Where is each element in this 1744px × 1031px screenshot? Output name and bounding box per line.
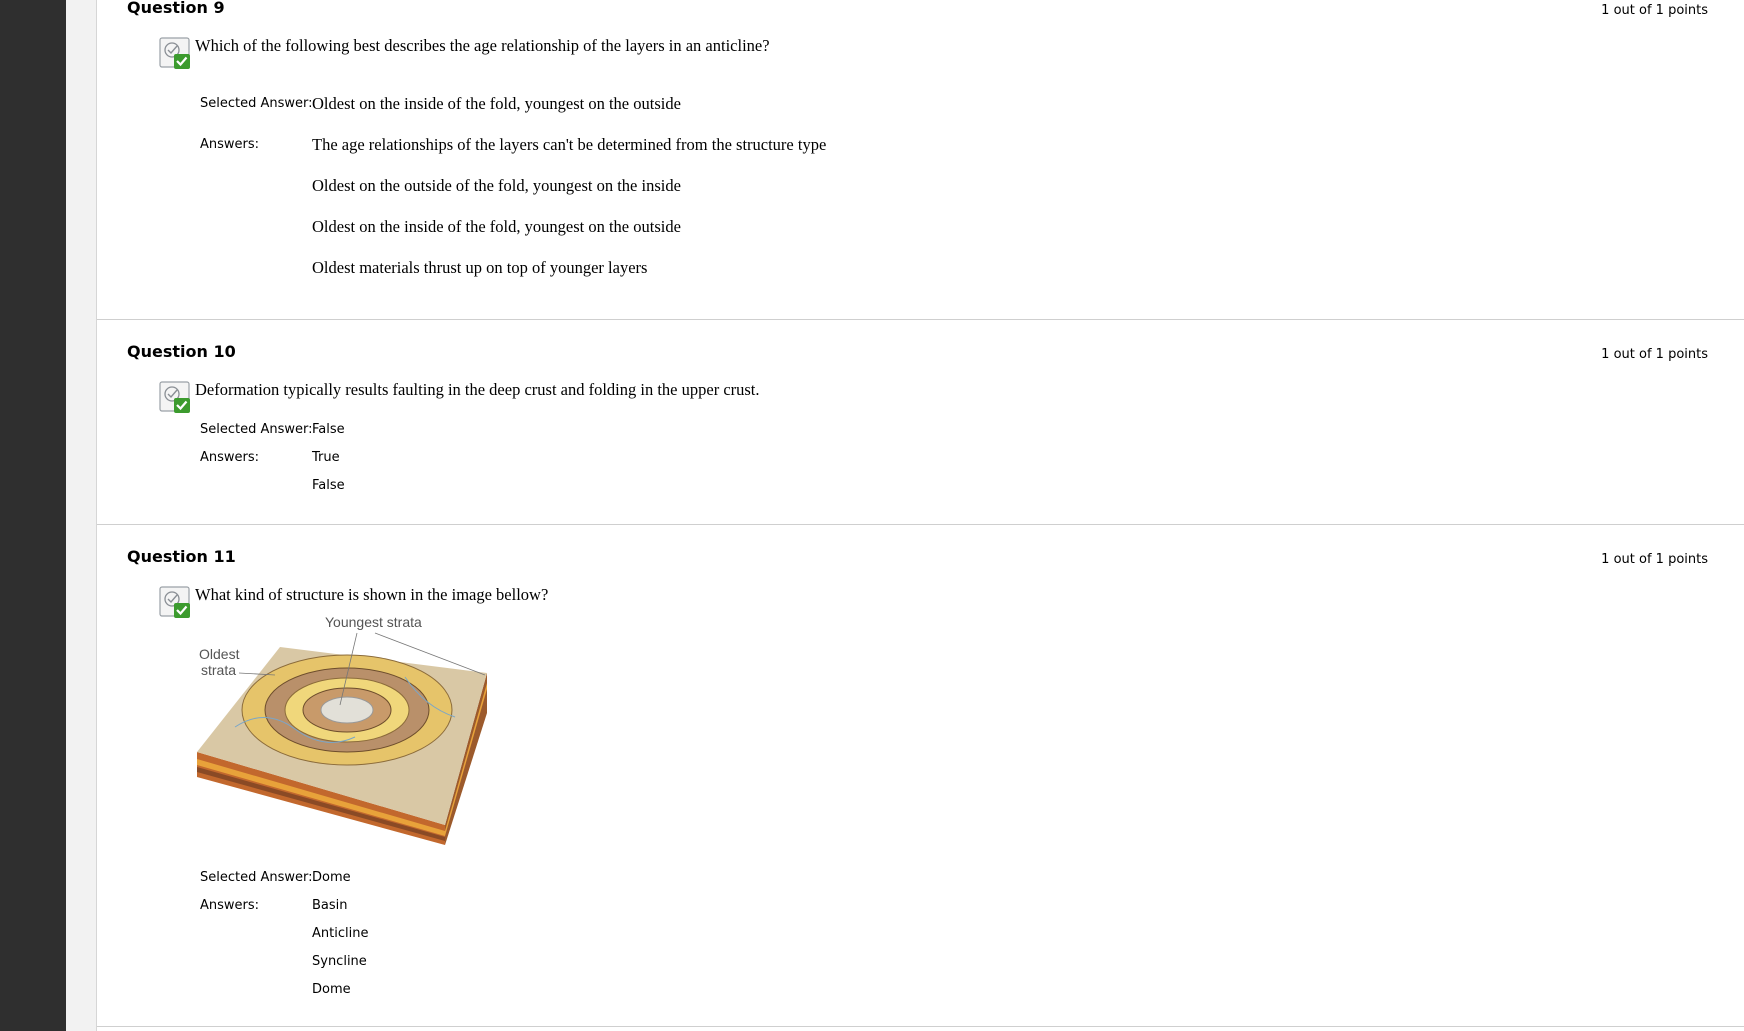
answer-option: Oldest on the inside of the fold, younge…: [312, 217, 681, 236]
question-title: Question 10: [127, 342, 236, 361]
answer-option: True: [312, 450, 340, 465]
answer-option: Anticline: [312, 926, 369, 941]
content-gutter: [66, 0, 97, 1031]
answer-option: The age relationships of the layers can'…: [312, 135, 827, 154]
answer-option: False: [312, 478, 345, 493]
selected-answer-value: Dome: [312, 870, 351, 885]
answer-option: Syncline: [312, 954, 367, 969]
question-text: Which of the following best describes th…: [195, 36, 770, 55]
figure-label-oldest-2: strata: [201, 662, 236, 678]
question-10: Question 10 1 out of 1 points Deformatio…: [97, 320, 1744, 525]
figure-label-oldest-1: Oldest: [199, 646, 240, 662]
answer-option: Oldest materials thrust up on top of you…: [312, 258, 648, 277]
answer-option: Dome: [312, 982, 351, 997]
question-title: Question 11: [127, 547, 236, 566]
correct-check-icon: [157, 584, 193, 620]
question-title: Question 9: [127, 0, 225, 17]
correct-check-icon: [157, 379, 193, 415]
dome-structure-image: Youngest strata Oldest strata: [195, 614, 495, 847]
answers-label: Answers:: [200, 137, 260, 152]
question-text: What kind of structure is shown in the i…: [195, 585, 549, 604]
question-points: 1 out of 1 points: [1601, 552, 1708, 567]
question-9: Question 9 1 out of 1 points Which of th…: [97, 0, 1744, 320]
left-rail: [0, 0, 66, 1031]
answers-label: Answers:: [200, 898, 260, 913]
selected-answer-value: False: [312, 422, 345, 437]
answer-option: Basin: [312, 898, 348, 913]
question-text: Deformation typically results faulting i…: [195, 380, 760, 399]
figure-label-youngest: Youngest strata: [325, 617, 422, 630]
question-points: 1 out of 1 points: [1601, 347, 1708, 362]
answers-label: Answers:: [200, 450, 260, 465]
selected-answer-value: Oldest on the inside of the fold, younge…: [312, 94, 681, 113]
question-points: 1 out of 1 points: [1601, 3, 1708, 18]
selected-answer-label: Selected Answer:: [200, 422, 313, 437]
selected-answer-label: Selected Answer:: [200, 96, 313, 111]
selected-answer-label: Selected Answer:: [200, 870, 313, 885]
assessment-review: Question 9 1 out of 1 points Which of th…: [97, 0, 1744, 1031]
answer-option: Oldest on the outside of the fold, young…: [312, 176, 681, 195]
correct-check-icon: [157, 35, 193, 71]
